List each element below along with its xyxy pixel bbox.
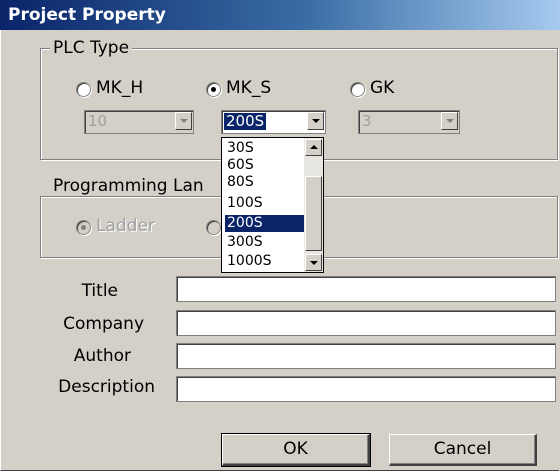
company-label: Company — [63, 314, 144, 334]
chevron-down-icon — [310, 261, 318, 265]
mk-h-model-combo: 10 — [84, 110, 194, 134]
programming-language-group-label: Programming Lan — [50, 176, 207, 196]
ok-button[interactable]: OK — [221, 433, 371, 467]
radio-gk[interactable] — [350, 82, 365, 97]
radio-mk-s[interactable] — [206, 82, 221, 97]
dropdown-item[interactable]: 30S — [225, 140, 305, 157]
dropdown-item[interactable]: 300S — [225, 234, 305, 251]
dropdown-item[interactable]: 60S — [225, 157, 305, 174]
author-input[interactable] — [176, 343, 556, 369]
plc-type-group-label: PLC Type — [50, 38, 133, 58]
radio-other-language — [206, 220, 221, 235]
model-dropdown-list[interactable]: 30S 60S 80S 100S 200S 300S 1000S — [221, 137, 324, 273]
mk-s-model-combo[interactable]: 200S — [221, 110, 326, 134]
chevron-down-icon — [312, 119, 320, 123]
author-label: Author — [73, 346, 131, 366]
gk-combo-button — [441, 112, 458, 130]
dropdown-item-selected[interactable]: 200S — [225, 215, 305, 232]
dropdown-scrollbar[interactable] — [304, 138, 323, 272]
gk-model-value: 3 — [362, 112, 372, 130]
radio-ladder — [76, 220, 91, 235]
chevron-down-icon — [180, 119, 188, 123]
chevron-up-icon — [310, 145, 318, 149]
radio-mk-h-label: MK_H — [96, 78, 144, 98]
radio-gk-label: GK — [370, 78, 395, 98]
radio-ladder-label: Ladder — [96, 216, 155, 236]
chevron-down-icon — [446, 119, 454, 123]
dropdown-item[interactable]: 100S — [225, 195, 305, 212]
mk-h-combo-button — [175, 112, 192, 130]
dropdown-item[interactable]: 80S — [225, 174, 305, 191]
mk-s-combo-button[interactable] — [307, 112, 324, 130]
dropdown-item[interactable]: 1000S — [225, 253, 305, 270]
scroll-up-button[interactable] — [305, 139, 322, 156]
description-input[interactable] — [176, 376, 556, 402]
radio-mk-s-label: MK_S — [226, 78, 272, 98]
title-label: Title — [81, 281, 118, 301]
scroll-thumb[interactable] — [305, 176, 322, 251]
company-input[interactable] — [176, 310, 556, 336]
mk-s-model-value: 200S — [224, 112, 267, 130]
radio-mk-h[interactable] — [76, 82, 91, 97]
gk-model-combo: 3 — [358, 110, 460, 134]
description-label: Description — [58, 377, 155, 397]
window-title: Project Property — [8, 5, 166, 25]
title-bar: Project Property — [0, 0, 560, 30]
scroll-down-button[interactable] — [305, 254, 322, 271]
title-input[interactable] — [176, 276, 556, 302]
mk-h-model-value: 10 — [88, 112, 108, 130]
cancel-button[interactable]: Cancel — [389, 434, 537, 466]
